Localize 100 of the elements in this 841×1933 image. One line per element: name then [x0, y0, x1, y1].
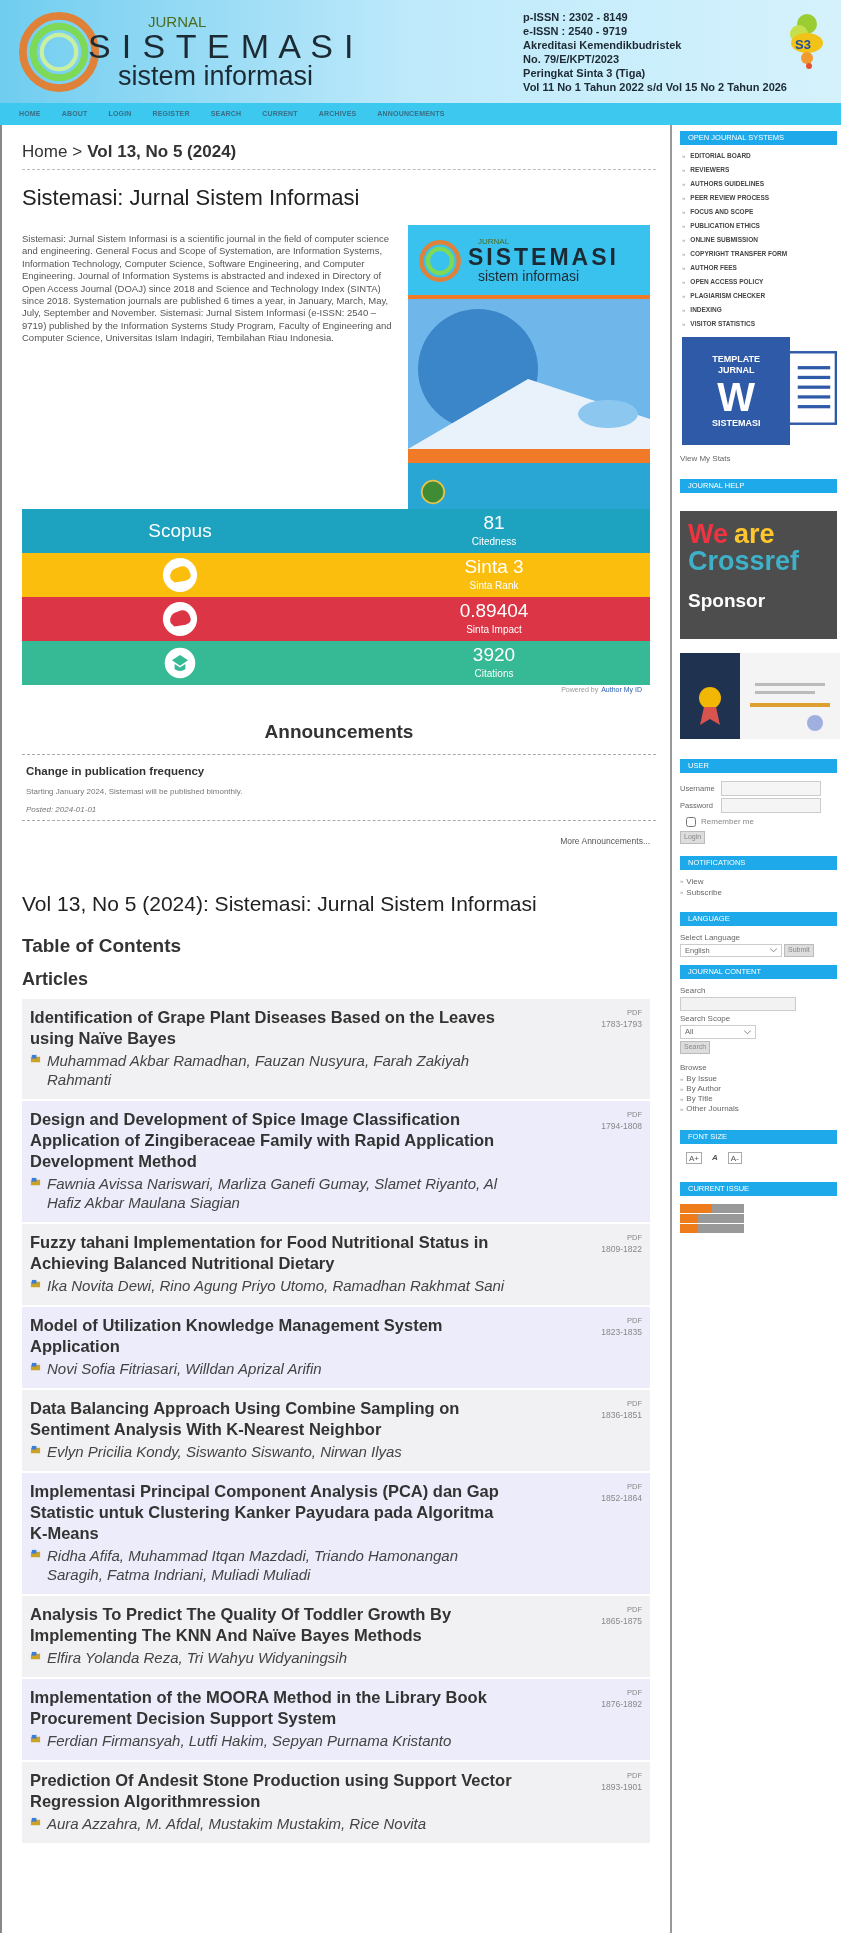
- article-title[interactable]: Design and Development of Spice Image Classification Application of Zingiberaceae Family with Rapid Application Development Method: [30, 1109, 512, 1172]
- metric-caption: Sinta Rank: [469, 579, 519, 593]
- header-info-text: e-ISSN : 2540 - 9719: [523, 23, 628, 38]
- logo-subtitle: sistem informasi: [118, 62, 315, 90]
- browse-link[interactable]: By Issue: [686, 1073, 718, 1085]
- browse-label: Browse: [680, 1062, 708, 1074]
- article-title[interactable]: Implementasi Principal Component Analysis (PCA) dan Gap Statistic untuk Clustering Kanker Payudara pada Algoritma K-Means: [30, 1481, 512, 1544]
- article-authors: Evlyn Pricilia Kondy, Siswanto Siswanto, Nirwan Ilyas: [47, 1442, 402, 1461]
- field-label: Search Scope: [680, 1013, 732, 1025]
- breadcrumb-separator: >: [72, 141, 83, 163]
- more-announcements-link[interactable]: More Announcements...: [560, 835, 650, 848]
- template-mid-text: JURNAL: [717, 365, 755, 375]
- template-document-image[interactable]: TEMPLATE JURNAL W SISTEMASI: [682, 337, 791, 445]
- text-input[interactable]: [721, 781, 821, 796]
- metric-caption: Citedness: [471, 535, 517, 549]
- header-info-text: p-ISSN : 2302 - 8149: [523, 9, 628, 24]
- scopus-logo-text: Scopus: [148, 518, 212, 543]
- author-group-icon: [30, 1734, 41, 1745]
- article-authors: Ridha Afifa, Muhammad Itqan Mazdadi, Triando Hamonangan Saragih, Fatma Indriani, Muliadi Muliadi: [47, 1546, 460, 1584]
- section-heading: Articles: [22, 968, 90, 991]
- article-authors: Muhammad Akbar Ramadhan, Fauzan Nusyura, Farah Zakiyah Rahmanti: [47, 1051, 471, 1089]
- metric-value: 81: [483, 512, 505, 534]
- issue-title: Vol 13, No 5 (2024): Sistemasi: Jurnal Sistem Informasi: [22, 891, 538, 917]
- article-authors: Fawnia Avissa Nariswari, Marliza Ganefi Gumay, Slamet Riyanto, Al Hafiz Akbar Maulana Siagian: [47, 1174, 499, 1212]
- cover-title: SISTEMASI: [468, 245, 620, 269]
- view-stats-link[interactable]: View My Stats: [680, 453, 837, 465]
- font-size-button[interactable]: A+: [686, 1152, 702, 1164]
- template-top-text: TEMPLATE: [712, 354, 761, 364]
- page-range: 1836-1851: [601, 1409, 642, 1422]
- banner-text: are: [734, 521, 775, 548]
- notification-link[interactable]: View: [686, 875, 704, 888]
- article-title[interactable]: Data Balancing Approach Using Combine Sampling on Sentiment Analysis With K-Nearest Neighbor: [30, 1398, 512, 1440]
- author-group-icon: [30, 1177, 41, 1188]
- header-info-text: No. 79/E/KPT/2023: [523, 51, 620, 66]
- sinta-badge-text: S3: [795, 35, 811, 54]
- journal-description: Sistemasi: Jurnal Sistem Informasi is a scientific journal in the field of computer science and engineering. General Focus and Scope of Systemation, are Information Systems, Information Technology, Computer Science, Software Engineering, and Computer Engineering. Journal of Information Systems is abstracted and indexed in Directory of Open Access Journal (DOAJ) since 2018 and Science and Technology Index (SINTA) since 2018. Systemation journals are published 6 times a year, in January, March, May, July, September and November. Sistemasi: Jurnal Sistem Informasi (e-ISSN: 2540 – 9719) published by the Information Systems Study Program, Faculty of Engineering and Computer Science, Universitas Islam Indagiri, Tembilahan Riau Indonesia.: [22, 232, 393, 346]
- article-title[interactable]: Model of Utilization Knowledge Management System Application: [30, 1315, 512, 1357]
- journal-title: Sistemasi: Jurnal Sistem Informasi: [22, 183, 361, 211]
- template-bottom-text: SISTEMASI: [711, 418, 761, 428]
- page-range: 1865-1875: [601, 1615, 642, 1628]
- author-group-icon: [30, 1651, 41, 1662]
- article-authors: Ika Novita Dewi, Rino Agung Priyo Utomo, Ramadhan Rakhmat Sani: [47, 1276, 505, 1295]
- header-info-text: Vol 11 No 1 Tahun 2022 s/d Vol 15 No 2 Tahun 2026: [523, 79, 787, 94]
- toc-heading: Table of Contents: [22, 933, 183, 958]
- announcements-heading: Announcements: [22, 717, 656, 755]
- university-emblem-icon: [420, 479, 446, 505]
- article-authors: Novi Sofia Fitriasari, Willdan Aprizal Arifin: [47, 1359, 322, 1378]
- author-group-icon: [30, 1279, 41, 1290]
- banner-text: Crossref: [688, 548, 801, 575]
- author-group-icon: [30, 1445, 41, 1456]
- chevron-down-icon: [770, 948, 777, 953]
- breadcrumb-current: Vol 13, No 5 (2024): [87, 141, 237, 163]
- field-label: Select Language: [680, 932, 742, 944]
- browse-link[interactable]: By Author: [686, 1083, 722, 1095]
- header-info-text: Akreditasi Kemendikbudristek: [523, 37, 682, 52]
- notification-link[interactable]: Subscribe: [686, 886, 722, 899]
- remember-checkbox[interactable]: [686, 817, 696, 827]
- article-title[interactable]: Implementation of the MOORA Method in the Library Book Procurement Decision Support System: [30, 1687, 512, 1729]
- announcement-title[interactable]: Change in publication frequency: [26, 763, 652, 781]
- font-size-button[interactable]: A: [710, 1152, 720, 1164]
- metric-value: 3920: [472, 644, 516, 666]
- page-range: 1893-1901: [601, 1781, 642, 1794]
- breadcrumb-link[interactable]: Home: [22, 139, 68, 165]
- feed-badges-drawing: [680, 1204, 744, 1234]
- cover-small-text: JURNAL: [478, 237, 511, 246]
- author-group-icon: [30, 1817, 41, 1828]
- announcement-date: Posted: 2024-01-01: [26, 804, 98, 817]
- page-range: 1783-1793: [601, 1018, 642, 1031]
- page-range: 1794-1808: [601, 1120, 642, 1133]
- font-size-button[interactable]: A-: [727, 1152, 742, 1164]
- cloud-emblem-icon: [161, 600, 199, 638]
- cover-rings-icon: [418, 239, 462, 283]
- field-label: Search: [680, 985, 707, 997]
- page-range: 1809-1822: [601, 1243, 642, 1256]
- metric-caption: Citations: [474, 667, 514, 681]
- logo-small-text: JURNAL: [148, 13, 208, 29]
- banner-text: We: [688, 521, 728, 548]
- remember-label: Remember me: [701, 816, 754, 828]
- article-authors: Aura Azzahra, M. Afdal, Mustakim Mustakim, Rice Novita: [47, 1814, 426, 1833]
- browse-link[interactable]: Other Journals: [686, 1103, 739, 1115]
- browse-link[interactable]: By Title: [686, 1093, 713, 1105]
- page-range: 1852-1864: [601, 1492, 642, 1505]
- author-group-icon: [30, 1362, 41, 1373]
- header-info-text: Peringkat Sinta 3 (Tiga): [523, 65, 646, 80]
- article-title[interactable]: Fuzzy tahani Implementation for Food Nutritional Status in Achieving Balanced Nutritional Dietary: [30, 1232, 512, 1274]
- page-range: 1876-1892: [601, 1698, 642, 1711]
- article-title[interactable]: Identification of Grape Plant Diseases Based on the Leaves using Naïve Bayes: [30, 1007, 512, 1049]
- metric-value: 0.89404: [459, 600, 529, 622]
- chevron-down-icon: [744, 1029, 751, 1035]
- banner-text: Sponsor: [688, 591, 767, 610]
- scholar-cap-icon: [162, 645, 198, 681]
- article-title[interactable]: Analysis To Predict The Quality Of Toddler Growth By Implementing The KNN And Naïve Bayes Methods: [30, 1604, 512, 1646]
- cover-subtitle: sistem informasi: [478, 268, 581, 283]
- text-input[interactable]: [721, 798, 821, 813]
- article-authors: Elfira Yolanda Reza, Tri Wahyu Widyaningsih: [47, 1648, 347, 1667]
- search-field[interactable]: [680, 997, 796, 1011]
- crossref-sponsor-banner[interactable]: We are Crossref Sponsor: [680, 511, 837, 639]
- metric-value: Sinta 3: [464, 556, 524, 578]
- metric-caption: Sinta Impact: [466, 623, 522, 637]
- article-title[interactable]: Prediction Of Andesit Stone Production using Support Vector Regression Algorithmression: [30, 1770, 512, 1812]
